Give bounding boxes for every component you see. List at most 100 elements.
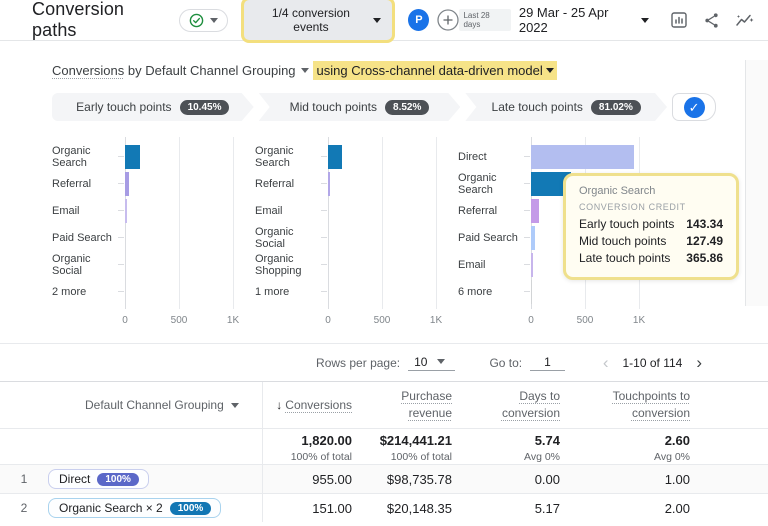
plus-icon: [437, 9, 459, 31]
date-range-selector[interactable]: 29 Mar - 25 Apr 2022: [519, 5, 649, 35]
tooltip-row-value: 143.34: [686, 216, 723, 233]
tooltip-row: Mid touch points 127.49: [579, 233, 723, 250]
chart-row: Organic Social: [52, 251, 243, 278]
conversion-events-label: 1/4 conversion events: [255, 6, 366, 34]
chart-bar[interactable]: [531, 226, 535, 250]
channel-path-chip[interactable]: Direct 100%: [48, 469, 149, 489]
chart-bar[interactable]: [328, 145, 342, 169]
credit-percent-badge: 100%: [97, 473, 139, 486]
row-number: 1: [0, 472, 48, 486]
chart-bar[interactable]: [328, 172, 330, 196]
chart-category-label: Email: [52, 205, 125, 217]
funnel-segment-mid[interactable]: Mid touch points 8.52%: [259, 93, 461, 121]
tooltip-row: Early touch points 143.34: [579, 216, 723, 233]
chart-category-label: 1 more: [255, 286, 328, 298]
column-header-conversions[interactable]: ↓Conversions: [262, 397, 352, 414]
column-divider: [262, 382, 263, 522]
table-row: 2 Organic Search × 2 100% 151.00 $20,148…: [0, 493, 768, 522]
chevron-down-icon: [546, 68, 554, 73]
tooltip-row-label: Mid touch points: [579, 233, 666, 250]
table-row: 1 Direct 100% 955.00 $98,735.78 0.00 1.0…: [0, 464, 768, 493]
chart-category-label: Referral: [52, 178, 125, 190]
tooltip-channel-name: Organic Search: [579, 185, 723, 197]
cell-touchpoints: 2.00: [560, 501, 690, 516]
column-header-purchase-revenue[interactable]: Purchase revenue: [352, 388, 452, 422]
early-touch-points-chart: Organic Search Referral Email Paid Search Or…: [52, 143, 243, 333]
chart-category-label: Organic Social: [52, 253, 125, 277]
chart-bar[interactable]: [125, 199, 127, 223]
avatar[interactable]: P: [408, 9, 429, 31]
chart-bar[interactable]: [125, 172, 129, 196]
funnel-segment-early[interactable]: Early touch points 10.45%: [52, 93, 254, 121]
top-bar: Conversion paths 1/4 conversion events P…: [0, 0, 768, 41]
chart-bar[interactable]: [531, 280, 532, 304]
dimension-column-header[interactable]: Default Channel Grouping: [48, 398, 262, 412]
chevron-down-icon: [437, 359, 445, 364]
chart-category-label: 6 more: [458, 286, 531, 298]
chart-category-label: Direct: [458, 151, 531, 163]
attribution-model-label: using Cross-channel data-driven model: [317, 63, 543, 78]
cell-days: 5.17: [452, 501, 560, 516]
funnel-segment-value: 8.52%: [385, 100, 429, 115]
chart-row: Referral: [255, 170, 446, 197]
breakdown-dimension-selector[interactable]: Conversions by Default Channel Grouping: [52, 63, 309, 78]
chart-category-label: Organic Search: [52, 145, 125, 169]
table-totals-row: 1,820.00 100% of total $214,441.21 100% …: [0, 428, 768, 464]
chart-category-label: Paid Search: [458, 232, 531, 244]
date-range-label: 29 Mar - 25 Apr 2022: [519, 5, 635, 35]
attribution-model-selector[interactable]: using Cross-channel data-driven model: [313, 61, 557, 80]
table-pagination: Rows per page: 10 Go to: 1 ‹ 1-10 of 114…: [0, 343, 768, 381]
chart-category-label: Paid Search: [52, 232, 125, 244]
technique-controls: Conversions by Default Channel Grouping …: [0, 41, 768, 80]
channel-path-chip[interactable]: Organic Search × 2 100%: [48, 498, 221, 518]
customize-report-icon[interactable]: [670, 11, 688, 29]
tooltip-subtitle: CONVERSION CREDIT: [579, 202, 723, 212]
next-page-button[interactable]: ›: [692, 354, 706, 371]
chart-bar[interactable]: [531, 199, 539, 223]
cell-revenue: $98,735.78: [352, 472, 452, 487]
conversion-status-selector[interactable]: [179, 9, 228, 32]
chart-category-label: Organic Social: [255, 226, 328, 250]
totals-revenue: $214,441.21 100% of total: [352, 433, 452, 465]
select-all-check-icon[interactable]: ✓: [684, 97, 705, 118]
column-header-days-to-conversion[interactable]: Days to conversion: [452, 388, 560, 422]
chart-row: Email: [52, 197, 243, 224]
chart-row: Organic Search: [255, 143, 446, 170]
chart-bar[interactable]: [531, 145, 634, 169]
chevron-down-icon: [301, 68, 309, 73]
chevron-down-icon: [641, 18, 649, 23]
chart-bar[interactable]: [125, 145, 140, 169]
topbar-icons: [663, 11, 754, 29]
chevron-down-icon: [373, 18, 381, 23]
funnel-segment-late[interactable]: Late touch points 81.02%: [465, 93, 667, 121]
cell-touchpoints: 1.00: [560, 472, 690, 487]
card-edge-strip: [745, 60, 768, 306]
chart-row: Organic Social: [255, 224, 446, 251]
chart-row: 6 more: [458, 278, 654, 305]
chart-axis-ticks: 05001K: [328, 315, 446, 329]
chart-row: Organic Shopping: [255, 251, 446, 278]
share-icon[interactable]: [703, 12, 720, 29]
previous-page-button[interactable]: ‹: [599, 354, 613, 371]
go-to-page-input[interactable]: 1: [530, 355, 565, 371]
add-comparison-button[interactable]: [437, 9, 459, 31]
conversion-paths-report: Conversion paths 1/4 conversion events P…: [0, 0, 768, 526]
dimension-header-label: Default Channel Grouping: [85, 398, 224, 412]
chart-category-label: 2 more: [52, 286, 125, 298]
chart-category-label: Organic Search: [458, 172, 531, 196]
insights-icon[interactable]: [735, 12, 754, 29]
conversion-events-dropdown[interactable]: 1/4 conversion events: [244, 0, 392, 40]
chart-category-label: Email: [255, 205, 328, 217]
column-header-touchpoints-to-conversion[interactable]: Touchpoints to conversion: [560, 388, 690, 422]
chart-bar[interactable]: [531, 253, 533, 277]
cell-days: 0.00: [452, 472, 560, 487]
credit-percent-badge: 100%: [170, 502, 212, 515]
chart-axis-ticks: 05001K: [125, 315, 243, 329]
chart-row: Referral: [52, 170, 243, 197]
rows-per-page-value: 10: [414, 355, 427, 369]
chart-axis-ticks: 05001K: [531, 315, 649, 329]
cell-revenue: $20,148.35: [352, 501, 452, 516]
rows-per-page-select[interactable]: 10: [408, 355, 455, 371]
tooltip-row: Late touch points 365.86: [579, 250, 723, 267]
chart-row: Email: [255, 197, 446, 224]
